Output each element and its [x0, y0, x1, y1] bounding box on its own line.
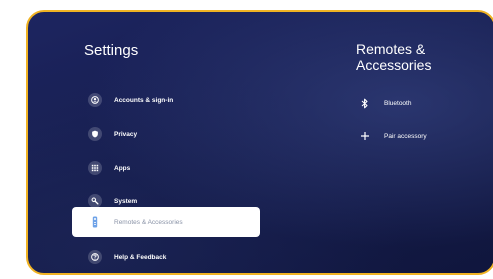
- menu-item-help-feedback[interactable]: Help & Feedback: [72, 242, 260, 272]
- menu-item-label: Help & Feedback: [114, 253, 167, 261]
- menu-item-label: Privacy: [114, 130, 138, 138]
- menu-item-remotes-accessories[interactable]: Remotes & Accessories: [72, 207, 260, 237]
- menu-item-label: Accounts & sign-in: [114, 96, 174, 104]
- system-wrench-icon: [88, 194, 102, 208]
- help-icon: [88, 250, 102, 264]
- menu-item-label: Remotes & Accessories: [114, 218, 183, 226]
- shield-icon: [88, 127, 102, 141]
- menu-item-apps[interactable]: Apps: [72, 153, 260, 183]
- menu-item-privacy[interactable]: Privacy: [72, 119, 260, 149]
- detail-item-bluetooth[interactable]: Bluetooth: [358, 98, 411, 109]
- settings-title: Settings: [84, 42, 139, 59]
- bluetooth-icon: [358, 98, 372, 109]
- detail-title: Remotes & Accessories: [356, 41, 432, 73]
- detail-item-label: Pair accessory: [384, 132, 427, 140]
- remote-icon: [88, 215, 102, 229]
- account-icon: [88, 93, 102, 107]
- plus-icon: [358, 131, 372, 141]
- apps-grid-icon: [88, 161, 102, 175]
- menu-item-accounts[interactable]: Accounts & sign-in: [72, 85, 260, 115]
- tv-screen: Settings Accounts & sign-in Privacy Apps…: [26, 10, 493, 275]
- detail-item-pair-accessory[interactable]: Pair accessory: [358, 131, 427, 141]
- menu-item-label: Apps: [114, 164, 131, 172]
- menu-item-label: System: [114, 197, 138, 205]
- detail-item-label: Bluetooth: [384, 100, 412, 107]
